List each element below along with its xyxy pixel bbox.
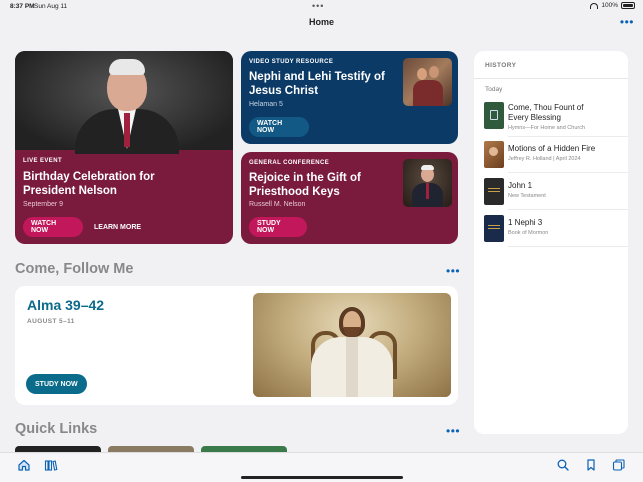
birthday-celebration-card[interactable]: LIVE EVENT Birthday Celebration for Pres… — [15, 51, 233, 244]
card-eyebrow: GENERAL CONFERENCE — [249, 160, 330, 166]
watch-now-button[interactable]: WATCH NOW — [23, 217, 83, 237]
history-item-title: Motions of a Hidden Fire — [508, 144, 596, 153]
history-item-title: John 1 — [508, 181, 533, 190]
hymn-book-icon — [484, 102, 504, 129]
library-icon[interactable] — [44, 458, 58, 472]
divider — [508, 172, 628, 173]
history-panel: HISTORY Today Come, Thou Fount of Every … — [474, 51, 628, 434]
divider — [508, 136, 628, 137]
watch-now-button[interactable]: WATCH NOW — [249, 117, 309, 137]
card-date: September 9 — [23, 201, 64, 208]
nephi-lehi-thumbnail — [403, 58, 452, 106]
divider — [508, 246, 628, 247]
history-item-title: 1 Nephi 3 — [508, 218, 543, 227]
history-item[interactable]: Motions of a Hidden Fire Jeffrey R. Holl… — [484, 141, 628, 177]
bookmark-icon[interactable] — [584, 458, 598, 472]
home-icon[interactable] — [17, 458, 31, 472]
card-title: Birthday Celebration for President Nelso… — [23, 171, 155, 197]
cfm-title: Alma 39–42 — [27, 297, 105, 313]
history-item-subtitle: Hymns—For Home and Church — [508, 125, 586, 131]
divider — [474, 78, 628, 79]
quick-links-heading: Quick Links — [15, 421, 98, 437]
wifi-icon — [590, 2, 599, 9]
come-follow-me-more-button[interactable]: ••• — [446, 264, 460, 278]
learn-more-link[interactable]: LEARN MORE — [94, 224, 141, 231]
windows-icon[interactable] — [612, 458, 626, 472]
book-of-mormon-book-icon — [484, 215, 504, 242]
status-right: 100% — [590, 2, 635, 9]
card-subtitle: Russell M. Nelson — [249, 201, 306, 208]
cfm-date: AUGUST 5–11 — [27, 318, 75, 325]
general-conference-card[interactable]: GENERAL CONFERENCE Rejoice in the Gift o… — [241, 152, 458, 244]
status-time: 8:37 PM — [10, 3, 35, 10]
page-title: Home — [308, 17, 334, 27]
russell-nelson-thumbnail — [403, 159, 452, 207]
quick-links-more-button[interactable]: ••• — [446, 424, 460, 438]
president-nelson-photo — [15, 51, 233, 154]
history-item-subtitle: Jeffrey R. Holland | April 2024 — [508, 156, 581, 162]
divider — [508, 209, 628, 210]
history-item-title: Come, Thou Fount of Every Blessing — [508, 103, 584, 122]
home-indicator[interactable] — [241, 476, 403, 479]
history-title: HISTORY — [485, 62, 517, 69]
history-item-subtitle: New Testament — [508, 193, 546, 199]
study-now-button[interactable]: STUDY NOW — [249, 217, 307, 237]
come-follow-me-heading: Come, Follow Me — [15, 261, 134, 277]
status-date: Sun Aug 11 — [34, 3, 68, 10]
status-bar: 8:37 PM Sun Aug 11 ••• 100% — [0, 0, 643, 12]
new-testament-book-icon — [484, 178, 504, 205]
search-icon[interactable] — [556, 458, 570, 472]
multitasking-dots-icon[interactable]: ••• — [312, 1, 324, 11]
card-subtitle: Helaman 5 — [249, 101, 283, 108]
battery-icon — [621, 2, 635, 9]
come-follow-me-card[interactable]: Alma 39–42 AUGUST 5–11 STUDY NOW — [15, 286, 458, 405]
battery-percent: 100% — [601, 2, 618, 9]
history-item-subtitle: Book of Mormon — [508, 230, 549, 236]
history-item[interactable]: John 1 New Testament — [484, 178, 628, 214]
card-eyebrow: LIVE EVENT — [23, 158, 63, 164]
history-item[interactable]: Come, Thou Fount of Every Blessing Hymns… — [484, 102, 628, 138]
history-group-label: Today — [485, 86, 503, 93]
jesus-christ-painting — [253, 293, 451, 397]
video-study-card[interactable]: VIDEO STUDY RESOURCE Nephi and Lehi Test… — [241, 51, 458, 144]
more-options-button[interactable]: ••• — [620, 15, 634, 29]
history-item[interactable]: 1 Nephi 3 Book of Mormon — [484, 215, 628, 251]
card-title: Nephi and Lehi Testify of Jesus Christ — [249, 71, 385, 97]
card-eyebrow: VIDEO STUDY RESOURCE — [249, 59, 334, 65]
talk-thumbnail — [484, 141, 504, 168]
card-title: Rejoice in the Gift of Priesthood Keys — [249, 172, 361, 198]
study-now-button[interactable]: STUDY NOW — [26, 374, 87, 394]
